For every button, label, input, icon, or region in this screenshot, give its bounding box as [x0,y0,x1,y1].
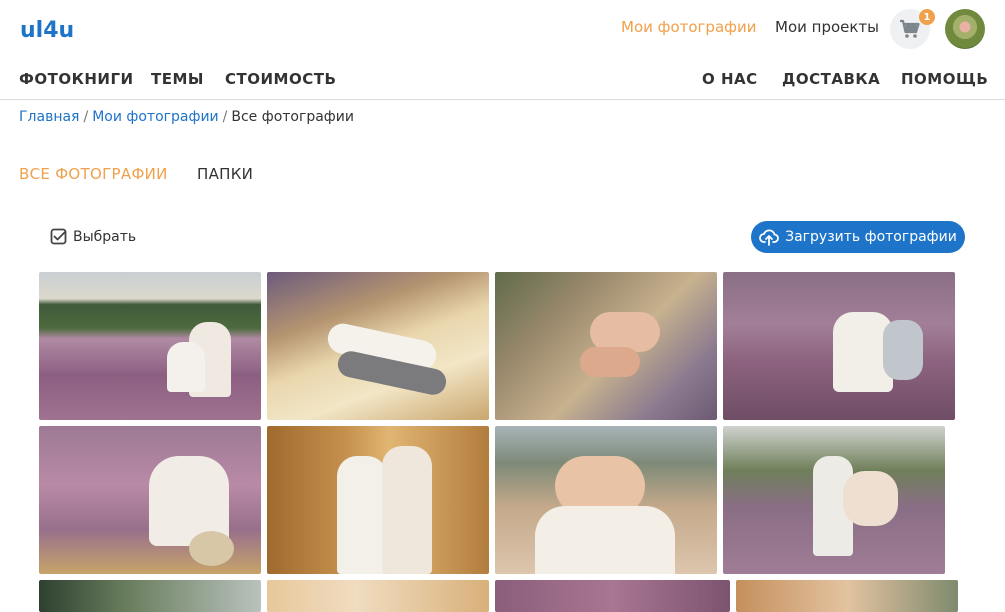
nav-about[interactable]: О НАС [702,70,758,88]
photo-thumbnail[interactable] [495,580,730,612]
upload-photos-button[interactable]: Загрузить фотографии [751,221,965,253]
svg-text:ul4u: ul4u [20,18,74,42]
avatar[interactable] [945,9,985,49]
nav-themes[interactable]: ТЕМЫ [151,70,204,88]
breadcrumb-my-photos[interactable]: Мои фотографии [92,109,218,125]
nav-pricing[interactable]: СТОИМОСТЬ [225,70,336,88]
photo-thumbnail[interactable] [495,426,717,574]
logo[interactable]: ul4u [20,16,76,42]
select-button[interactable]: Выбрать [50,228,136,245]
tab-folders[interactable]: ПАПКИ [197,165,253,183]
my-photos-link[interactable]: Мои фотографии [621,18,756,36]
breadcrumb-current: Все фотографии [231,109,354,125]
photo-thumbnail[interactable] [267,272,489,420]
select-label: Выбрать [73,228,137,245]
photo-thumbnail[interactable] [267,580,489,612]
photo-thumbnail[interactable] [736,580,958,612]
cart-icon [900,19,920,38]
nav-delivery[interactable]: ДОСТАВКА [782,70,880,88]
photo-thumbnail[interactable] [39,426,261,574]
breadcrumb: Главная / Мои фотографии / Все фотографии [19,109,354,125]
nav-photobooks[interactable]: ФОТОКНИГИ [19,70,134,88]
photo-thumbnail[interactable] [267,426,489,574]
checkbox-icon [50,228,67,245]
breadcrumb-separator: / [222,109,228,125]
photo-thumbnail[interactable] [39,580,261,612]
cart-count-badge: 1 [919,9,935,25]
top-bar: ul4u Мои фотографии Мои проекты 1 [0,0,1005,58]
tab-all-photos[interactable]: ВСЕ ФОТОГРАФИИ [19,165,168,183]
photo-thumbnail[interactable] [495,272,717,420]
upload-label: Загрузить фотографии [785,229,957,245]
breadcrumb-separator: / [83,109,89,125]
photo-thumbnail[interactable] [723,272,955,420]
logo-icon: ul4u [20,18,74,42]
breadcrumb-home[interactable]: Главная [19,109,79,125]
main-nav: ФОТОКНИГИ ТЕМЫ СТОИМОСТЬ О НАС ДОСТАВКА … [0,58,1005,100]
photo-thumbnail[interactable] [39,272,261,420]
cloud-upload-icon [759,229,780,246]
photo-thumbnail[interactable] [723,426,945,574]
nav-help[interactable]: ПОМОЩЬ [901,70,988,88]
my-projects-link[interactable]: Мои проекты [775,18,879,36]
